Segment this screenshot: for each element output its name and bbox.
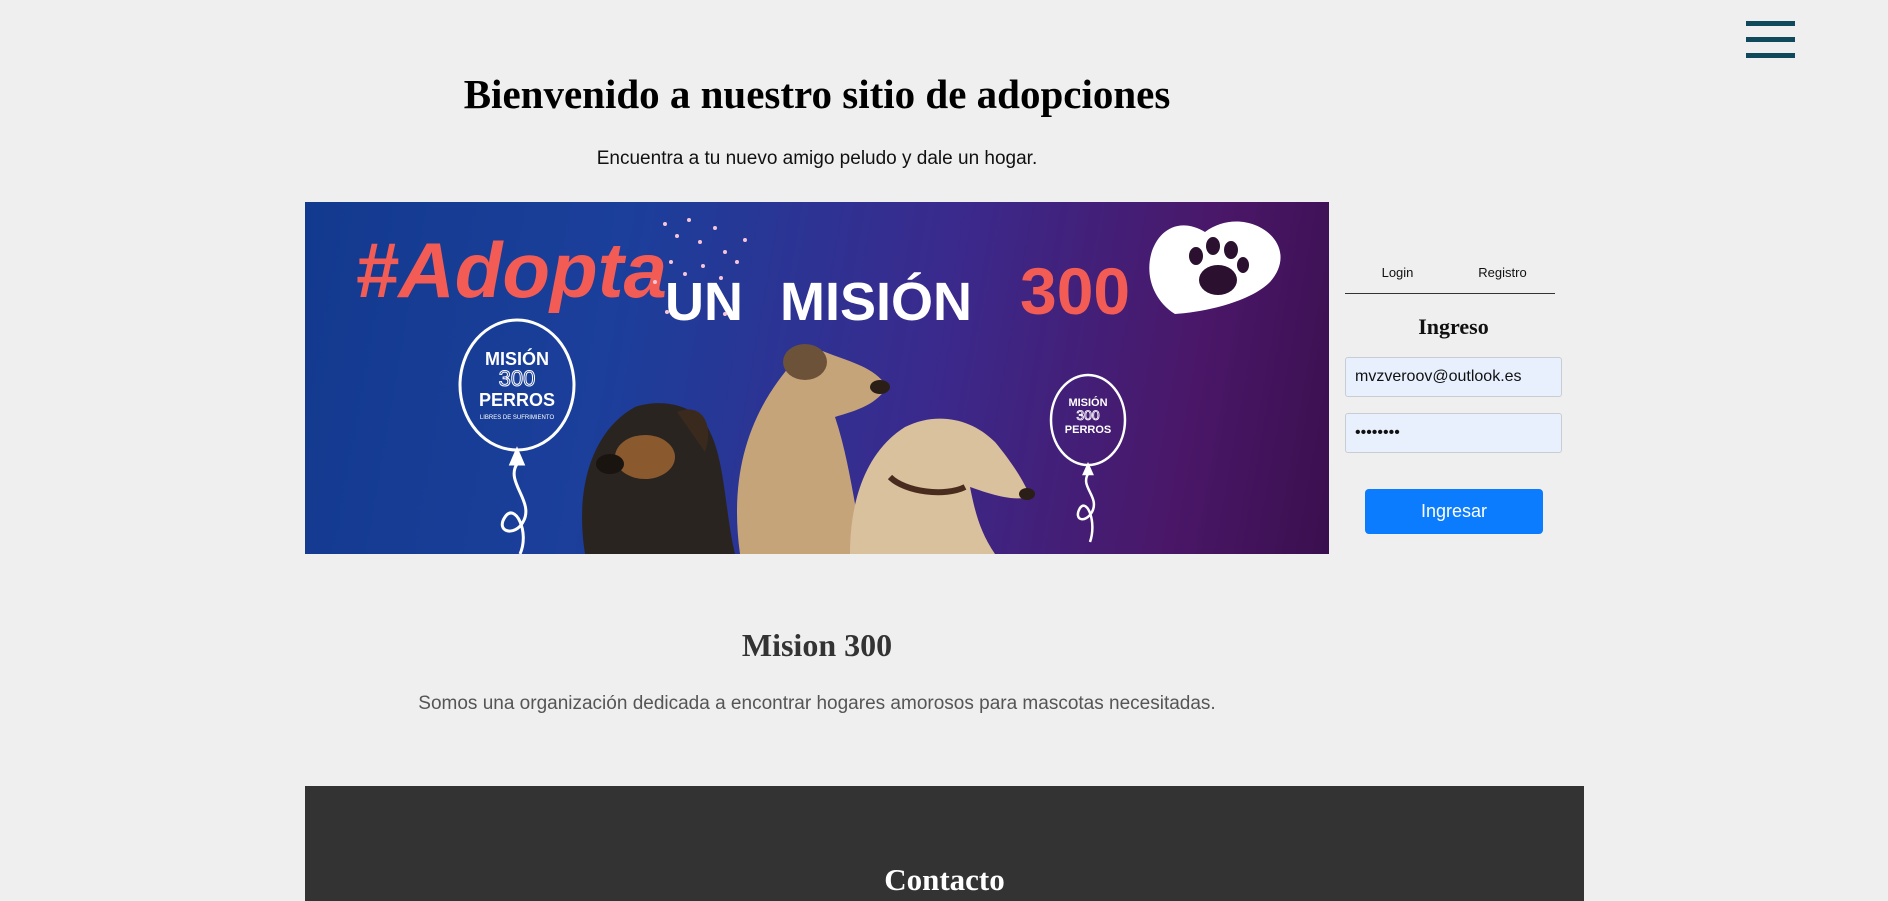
email-field[interactable] (1345, 357, 1562, 397)
balloon-right-line3: PERROS (1065, 424, 1111, 436)
balloon-left-line4: LIBRES DE SUFRIMIENTO (480, 415, 555, 421)
banner-hashtag: #Adopta (355, 226, 667, 314)
contact-title: Contacto (884, 862, 1005, 897)
balloon-left-line3: PERROS (479, 390, 555, 410)
heart-paw-icon (1149, 221, 1281, 314)
auth-tabs: Login Registro (1345, 257, 1555, 294)
password-field[interactable] (1345, 413, 1562, 453)
tab-login[interactable]: Login (1345, 257, 1450, 293)
login-button[interactable]: Ingresar (1365, 489, 1543, 534)
banner-un: UN (665, 272, 743, 332)
adoption-banner-image: #Adopta UN MISIÓN 300 MISIÓN 300 PERROS … (305, 202, 1329, 554)
dog-left-image (582, 403, 735, 554)
login-heading: Ingreso (1418, 314, 1489, 339)
dog-right-image (850, 418, 1035, 554)
login-panel: Login Registro Ingreso Ingresar (1345, 257, 1565, 534)
about-title: Mision 300 (741, 627, 893, 663)
page-subtitle: Encuentra a tu nuevo amigo peludo y dale… (596, 148, 1038, 169)
balloon-left-line2: 300 (499, 366, 536, 391)
banner-mision: MISIÓN (780, 272, 972, 332)
page-title: Bienvenido a nuestro sitio de adopciones (463, 71, 1171, 117)
contact-section: Contacto (305, 786, 1584, 901)
hamburger-menu-icon[interactable] (1746, 21, 1795, 58)
balloon-right-line2: 300 (1076, 407, 1100, 423)
banner-number: 300 (1020, 254, 1130, 328)
about-text: Somos una organización dedicada a encont… (418, 693, 1216, 714)
tab-registro[interactable]: Registro (1450, 257, 1555, 293)
